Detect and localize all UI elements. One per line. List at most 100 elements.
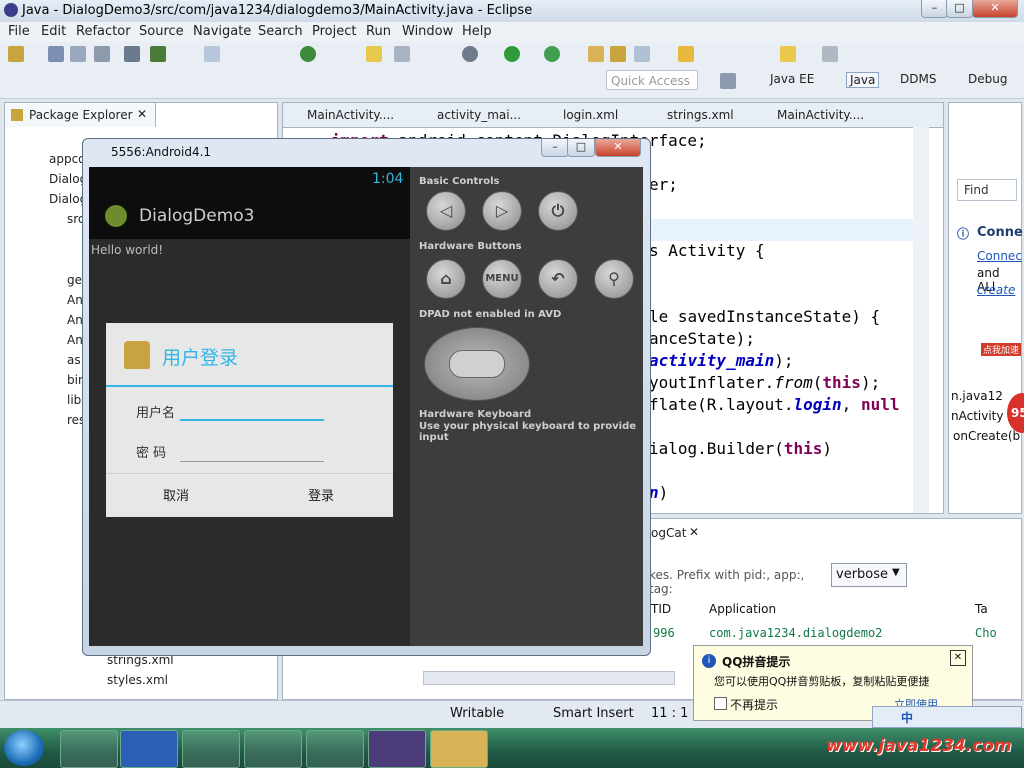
username-input[interactable] [180,419,324,421]
open-perspective-icon[interactable] [720,73,736,89]
menu-button[interactable]: MENU [482,259,522,299]
menu-navigate[interactable]: Navigate [193,24,251,39]
refresh-icon[interactable] [300,46,316,62]
home-icon[interactable]: ⌂ [426,259,466,299]
external-tools-icon[interactable] [544,46,560,62]
menu-help[interactable]: Help [462,24,492,39]
qq-checkbox[interactable] [714,697,727,710]
speed-ball[interactable]: 95 [1007,393,1024,433]
run-icon[interactable] [504,46,520,62]
close-icon[interactable]: ✕ [689,525,699,539]
taskbar-app-explorer[interactable] [430,730,488,768]
menu-file[interactable]: File [8,24,30,39]
package-explorer-tab[interactable]: Package Explorer ✕ [5,103,156,127]
back-icon[interactable]: ↶ [538,259,578,299]
log-level-select[interactable]: verbose ▼ [831,563,907,587]
column-tag[interactable]: Ta [975,602,988,616]
menu-refactor[interactable]: Refactor [76,24,131,39]
password-input[interactable] [180,461,324,462]
close-icon[interactable]: ✕ [950,650,966,666]
ime-toolbar[interactable]: 中 [872,706,1022,728]
outline-item[interactable]: nActivity [951,409,1003,423]
perspective-java[interactable]: Java [846,72,880,88]
new-icon[interactable] [8,46,24,62]
editor-tab-activity-main[interactable]: activity_mai... [437,108,521,122]
maximize-button[interactable]: □ [946,0,973,18]
code-line[interactable]: s Activity { [649,241,765,260]
download-icon[interactable] [150,46,166,62]
gear-icon[interactable] [462,46,478,62]
perspective-ddms[interactable]: DDMS [900,72,936,86]
tree-item[interactable]: An [67,333,83,347]
pen-icon[interactable] [366,46,382,62]
code-line[interactable]: youtInflater.from(this); [649,373,880,392]
print-icon[interactable] [94,46,110,62]
close-button[interactable]: ✕ [972,0,1018,18]
taskbar-app-eclipse[interactable] [368,730,426,768]
column-application[interactable]: Application [709,602,776,616]
menu-project[interactable]: Project [312,24,356,39]
dpad-icon[interactable] [424,327,530,401]
minimize-button[interactable]: – [921,0,948,18]
code-line[interactable]: flate(R.layout.login, null [649,395,899,414]
debug-icon[interactable] [124,46,140,62]
taskbar-app-notepad[interactable] [306,730,364,768]
create-link[interactable]: create [977,283,1015,297]
taskbar-app-android[interactable] [182,730,240,768]
emulator-minimize-button[interactable]: – [541,139,569,157]
ime-mode[interactable]: 中 [901,709,913,726]
taskbar-app-tools[interactable] [244,730,302,768]
editor-tab-strings-xml[interactable]: strings.xml [667,108,734,122]
code-line[interactable]: ialog.Builder(this) [649,439,832,458]
editor-vertical-scrollbar[interactable] [913,127,929,513]
volume-up-icon[interactable]: ▷ [482,191,522,231]
find-box[interactable]: Find [957,179,1017,201]
menu-source[interactable]: Source [139,24,184,39]
code-line[interactable]: anceState); [649,329,755,348]
editor-tab-login-xml[interactable]: login.xml [563,108,618,122]
search-icon[interactable]: ⚲ [594,259,634,299]
code-line[interactable]: n) [649,483,668,502]
tree-item[interactable]: ge [67,273,82,287]
menu-search[interactable]: Search [258,24,303,39]
menu-run[interactable]: Run [366,24,391,39]
folder-open-icon[interactable] [588,46,604,62]
back-icon[interactable] [780,46,796,62]
tree-item[interactable]: An [67,313,83,327]
search-icon[interactable] [394,46,410,62]
taskbar-app-word[interactable] [120,730,178,768]
tree-item[interactable]: as [67,353,81,367]
power-icon[interactable]: ⏻ [538,191,578,231]
taskbar-app-chrome[interactable] [60,730,118,768]
logcat-filter-input[interactable]: kes. Prefix with pid:, app:, tag: [649,565,825,596]
emulator-maximize-button[interactable]: □ [567,139,595,157]
outline-item[interactable]: n.java12 [951,389,1003,403]
perspective-debug[interactable]: Debug [968,72,1007,86]
menu-edit[interactable]: Edit [41,24,66,39]
promo-badge[interactable]: 点我加速 [981,343,1021,356]
volume-down-icon[interactable]: ◁ [426,191,466,231]
code-line[interactable]: le savedInstanceState) { [649,307,880,326]
code-line[interactable]: activity_main); [649,351,794,370]
tree-item[interactable]: appco [49,152,86,166]
tree-item[interactable]: An [67,293,83,307]
save-icon[interactable] [48,46,64,62]
package-icon[interactable] [610,46,626,62]
dpad-center[interactable] [449,350,505,378]
tree-item-styles-xml[interactable]: styles.xml [107,673,168,687]
start-button[interactable] [4,730,44,766]
edit-icon[interactable] [634,46,650,62]
menu-window[interactable]: Window [402,24,453,39]
logcat-tab[interactable]: ogCat [651,526,686,540]
save-all-icon[interactable] [70,46,86,62]
column-tid[interactable]: TID [651,602,671,616]
close-icon[interactable]: ✕ [137,107,147,121]
login-button[interactable]: 登录 [308,485,334,504]
connect-link[interactable]: Connec [977,249,1022,263]
quick-access-input[interactable]: Quick Access [606,70,698,90]
logcat-horizontal-scrollbar[interactable] [423,671,675,685]
checkbox-icon[interactable] [204,46,220,62]
annotation-icon[interactable] [678,46,694,62]
editor-tab-main-activity-2[interactable]: MainActivity.... [777,108,864,122]
perspective-java-ee[interactable]: Java EE [770,72,814,86]
